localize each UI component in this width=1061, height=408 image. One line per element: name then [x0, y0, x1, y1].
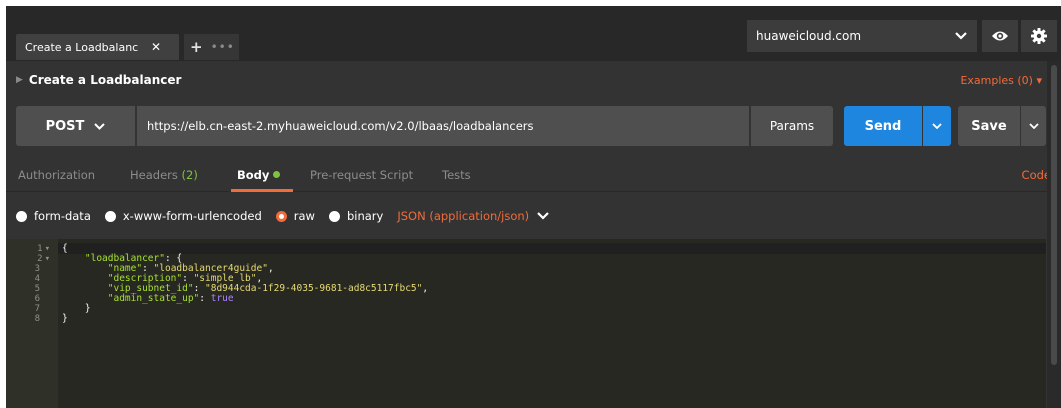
line-number: 3	[34, 264, 40, 274]
environment-quick-look-button[interactable]	[982, 20, 1018, 52]
mode-urlencoded[interactable]: x-www-form-urlencoded	[104, 209, 262, 223]
line-number: 5	[34, 284, 40, 294]
chevron-down-icon	[1028, 123, 1039, 129]
vertical-scrollbar[interactable]	[1047, 61, 1061, 408]
environment-label: huaweicloud.com	[756, 29, 862, 43]
mode-urlencoded-label: x-www-form-urlencoded	[122, 209, 262, 223]
active-tab-indicator	[231, 189, 293, 192]
manage-environments-button[interactable]	[1021, 20, 1057, 52]
chevron-down-icon	[94, 122, 106, 130]
radio-icon	[16, 210, 27, 222]
more-tabs-icon[interactable]: •••	[211, 40, 235, 54]
method-label: POST	[45, 118, 85, 134]
mode-binary[interactable]: binary	[328, 209, 384, 223]
mode-form-data[interactable]: form-data	[16, 209, 91, 223]
caret-right-icon[interactable]: ▶	[16, 75, 23, 85]
scrollbar-thumb[interactable]	[1051, 65, 1057, 365]
active-line-highlight	[58, 243, 1046, 254]
mode-form-data-label: form-data	[34, 209, 91, 223]
close-tab-icon[interactable]: ✕	[151, 40, 161, 54]
chevron-down-icon[interactable]	[537, 212, 549, 220]
line-number: 4	[34, 274, 40, 284]
body-editor[interactable]: 1 ▾ 2 ▾ 3 4 5 6 7 8 { "loadbalancer": { "n…	[6, 239, 1046, 408]
tab-prerequest-script[interactable]: Pre-request Script	[310, 168, 413, 182]
save-button[interactable]: Save	[958, 106, 1020, 146]
tab-body[interactable]: Body	[237, 168, 281, 182]
examples-dropdown[interactable]: Examples (0) ▾	[960, 74, 1042, 87]
params-button[interactable]: Params	[751, 106, 833, 146]
chevron-down-icon	[955, 32, 967, 40]
request-tab[interactable]: Create a Loadbalanc ✕	[16, 34, 179, 60]
body-mode-options: form-data x-www-form-urlencoded raw bina…	[16, 206, 549, 226]
request-title-row: ▶ Create a Loadbalancer Examples (0) ▾	[6, 68, 1046, 92]
line-number: 1 ▾	[37, 244, 50, 254]
tab-bar: Create a Loadbalanc ✕ + ••• huaweicloud.…	[6, 6, 1061, 61]
new-tab-area: + •••	[184, 34, 239, 60]
request-name[interactable]: Create a Loadbalancer	[29, 73, 181, 87]
tab-tests[interactable]: Tests	[442, 168, 471, 182]
new-tab-icon[interactable]: +	[190, 38, 203, 56]
line-number: 7	[34, 304, 40, 314]
tab-authorization[interactable]: Authorization	[18, 168, 95, 182]
chevron-down-icon	[932, 123, 942, 129]
request-subtabs: Authorization Headers (2) Body Pre-reque…	[6, 158, 1061, 192]
send-button[interactable]: Send	[844, 106, 922, 146]
radio-selected-icon	[275, 210, 287, 222]
radio-icon	[104, 210, 116, 222]
code-line: }	[62, 313, 68, 324]
line-number: 6	[34, 294, 40, 304]
line-number: 2 ▾	[37, 254, 50, 264]
content-type-select[interactable]: JSON (application/json)	[397, 209, 529, 223]
body-status-dot	[273, 171, 281, 178]
tab-headers[interactable]: Headers (2)	[130, 168, 198, 182]
environment-select[interactable]: huaweicloud.com	[747, 20, 977, 52]
headers-count-badge: (2)	[181, 168, 198, 182]
save-options-button[interactable]	[1021, 106, 1046, 146]
fold-icon: ▾	[44, 254, 50, 264]
mode-binary-label: binary	[346, 209, 384, 223]
line-number: 8	[34, 314, 40, 324]
mode-raw-label: raw	[293, 209, 315, 223]
fold-icon: ▾	[44, 244, 50, 254]
postman-window: Create a Loadbalanc ✕ + ••• huaweicloud.…	[6, 6, 1061, 408]
mode-raw[interactable]: raw	[275, 209, 315, 223]
tab-headers-label: Headers	[130, 168, 178, 182]
tab-body-label: Body	[237, 168, 270, 182]
gear-icon	[1031, 28, 1047, 44]
url-text: https://elb.cn-east-2.myhuaweicloud.com/…	[147, 119, 534, 133]
request-tab-label: Create a Loadbalanc	[25, 40, 139, 54]
method-select[interactable]: POST	[16, 106, 135, 146]
send-options-button[interactable]	[923, 106, 951, 146]
eye-icon	[992, 31, 1008, 41]
url-input[interactable]: https://elb.cn-east-2.myhuaweicloud.com/…	[137, 106, 749, 146]
radio-icon	[328, 210, 340, 222]
